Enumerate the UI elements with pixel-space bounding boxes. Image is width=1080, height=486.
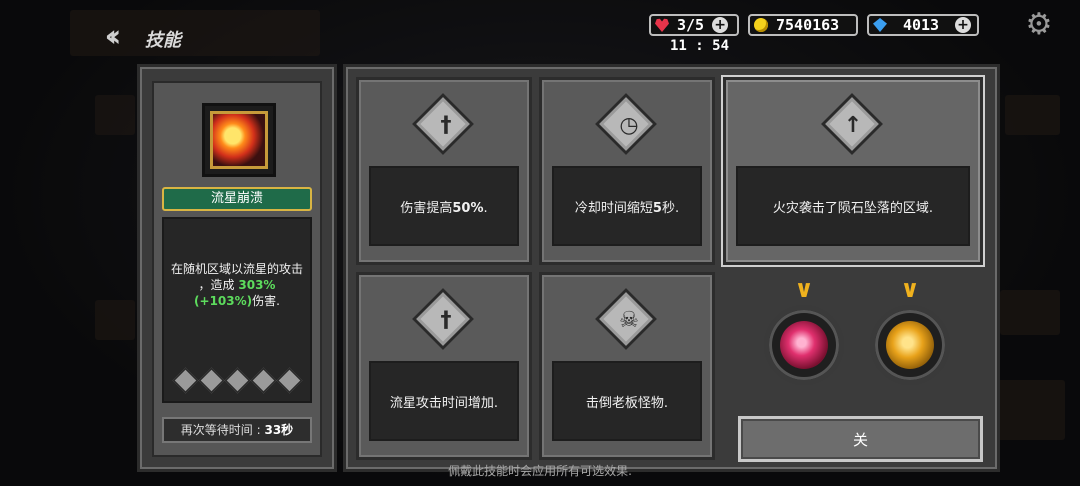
settings-button[interactable]: ⚙ — [1024, 10, 1054, 40]
gem-value: 4013 — [902, 16, 940, 34]
life-timer: 11 : 54 — [670, 38, 730, 54]
skill-desc-line: ，造成 303% — [164, 277, 310, 293]
gear-icon: ⚙ — [1025, 7, 1053, 42]
skill-desc-line: (+103%)伤害. — [164, 293, 310, 309]
option-card-fire-area[interactable]: ↑ 火灾袭击了陨石坠落的区域. — [723, 77, 983, 265]
option-card-duration[interactable]: † 流星攻击时间增加. — [356, 272, 532, 460]
gold-value: 7540163 — [776, 16, 840, 34]
add-gems-button[interactable]: + — [955, 17, 971, 33]
double-chevron-left-icon: ‹‹ — [104, 18, 121, 54]
skull-icon — [250, 367, 277, 394]
option-text: 火灾袭击了陨石坠落的区域. — [736, 166, 970, 246]
skill-options-panel: † 伤害提高50%. ◷ 冷却时间缩短5秒. ↑ 火灾袭击了陨石坠落的区域. †… — [343, 64, 1000, 472]
skill-info-inner: 流星崩溃 在随机区域以流星的攻击 ，造成 303% (+103%)伤害. 再次等… — [152, 81, 322, 457]
skill-icon-frame — [202, 103, 276, 177]
option-text: 伤害提高50%. — [369, 166, 519, 246]
sword-clock-icon: † — [440, 308, 452, 333]
back-button[interactable]: ‹‹ — [84, 18, 134, 54]
skill-desc-line: 在随机区域以流星的攻击 — [170, 262, 303, 276]
pink-rune-icon — [780, 321, 828, 369]
option-text-c: 秒. — [661, 200, 680, 216]
option-text-a: 伤害提高 — [400, 200, 453, 216]
sword-icon — [172, 367, 199, 394]
option-card-damage[interactable]: † 伤害提高50%. — [356, 77, 532, 265]
option-text: 冷却时间缩短5秒. — [552, 166, 702, 246]
chevron-down-icon: ∨ — [900, 275, 920, 303]
meteor-icon — [210, 111, 268, 169]
skill-desc-text: ，造成 — [198, 278, 239, 292]
skill-dialog: 流星崩溃 在随机区域以流星的攻击 ，造成 303% (+103%)伤害. 再次等… — [137, 64, 1000, 474]
skill-bonus-value: (+103%) — [194, 294, 253, 308]
clock-icon — [198, 367, 225, 394]
rune-slot-gold[interactable] — [870, 305, 950, 385]
page-title: 技能 — [145, 30, 181, 51]
sword-up-icon — [276, 367, 303, 394]
footer-note: 佩戴此技能时会应用所有可选效果. — [448, 464, 632, 478]
lives-counter: 3/5 + — [649, 14, 739, 36]
gold-rune-icon — [886, 321, 934, 369]
option-card-cooldown[interactable]: ◷ 冷却时间缩短5秒. — [539, 77, 715, 265]
skull-icon: ☠ — [619, 308, 639, 333]
sword-clock-icon — [224, 367, 251, 394]
option-text-a: 击倒老板怪物. — [585, 395, 669, 411]
option-mini-icons — [172, 367, 303, 394]
skill-damage-value: 303% — [238, 278, 276, 292]
skill-description: 在随机区域以流星的攻击 ，造成 303% (+103%)伤害. — [164, 261, 310, 309]
option-text-a: 流星攻击时间增加. — [389, 395, 499, 411]
gold-counter: 7540163 — [748, 14, 858, 36]
option-card-boss[interactable]: ☠ 击倒老板怪物. — [539, 272, 715, 460]
cooldown-value: 33秒 — [264, 423, 294, 437]
skill-name: 流星崩溃 — [162, 187, 312, 211]
coin-icon — [754, 18, 768, 32]
option-text-c: . — [483, 200, 488, 216]
sword-icon: † — [440, 113, 452, 138]
skill-description-box: 在随机区域以流星的攻击 ，造成 303% (+103%)伤害. — [162, 217, 312, 403]
option-text: 击倒老板怪物. — [552, 361, 702, 441]
add-lives-button[interactable]: + — [712, 17, 729, 33]
clock-icon: ◷ — [619, 113, 639, 138]
chevron-down-icon: ∨ — [794, 275, 814, 303]
skill-info-panel: 流星崩溃 在随机区域以流星的攻击 ，造成 303% (+103%)伤害. 再次等… — [137, 64, 337, 472]
option-value: 50% — [452, 200, 484, 216]
close-button[interactable]: 关 — [738, 416, 983, 462]
option-text: 流星攻击时间增加. — [369, 361, 519, 441]
option-value: 5 — [652, 200, 662, 216]
heart-icon — [655, 18, 669, 32]
skill-desc-text: 伤害. — [252, 294, 280, 308]
cooldown-timer: 再次等待时间 : 33秒 — [162, 417, 312, 443]
option-text-a: 火灾袭击了陨石坠落的区域. — [772, 200, 934, 216]
option-text-a: 冷却时间缩短 — [574, 200, 653, 216]
rune-slot-pink[interactable] — [764, 305, 844, 385]
sword-up-icon: ↑ — [843, 113, 863, 138]
gem-icon — [873, 18, 887, 32]
cooldown-label: 再次等待时间 : — [180, 423, 265, 437]
gem-counter: 4013 + — [867, 14, 979, 36]
lives-value: 3/5 — [677, 16, 705, 34]
